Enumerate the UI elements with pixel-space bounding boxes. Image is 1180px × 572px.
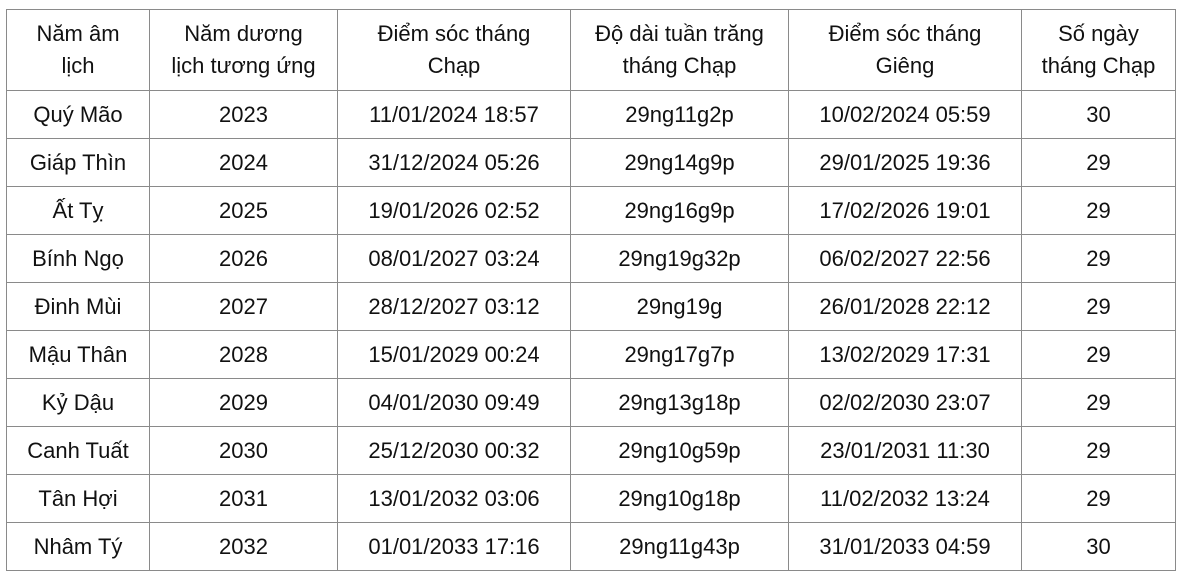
header-lunation-length-12th-month: Độ dài tuần trăng tháng Chạp	[570, 9, 789, 91]
lunar-calendar-table: Năm âm lịch Năm dương lịch tương ứng Điểm só…	[6, 9, 1176, 571]
cell-days-count: 30	[1021, 522, 1176, 571]
cell-lunation-length: 29ng10g59p	[570, 426, 789, 475]
cell-new-moon-1st-month: 29/01/2025 19:36	[788, 138, 1022, 187]
header-text-line: Năm âm	[36, 21, 120, 46]
cell-new-moon-1st-month: 26/01/2028 22:12	[788, 282, 1022, 331]
cell-lunar-year: Canh Tuất	[6, 426, 150, 475]
cell-days-count: 29	[1021, 186, 1176, 235]
cell-new-moon-12th-month: 13/01/2032 03:06	[337, 474, 571, 523]
cell-new-moon-12th-month: 01/01/2033 17:16	[337, 522, 571, 571]
header-solar-year: Năm dương lịch tương ứng	[149, 9, 338, 91]
table-row: Tân Hợi 2031 13/01/2032 03:06 29ng10g18p 11/…	[6, 474, 1176, 523]
cell-lunar-year: Bính Ngọ	[6, 234, 150, 283]
cell-new-moon-12th-month: 15/01/2029 00:24	[337, 330, 571, 379]
cell-new-moon-1st-month: 02/02/2030 23:07	[788, 378, 1022, 427]
cell-new-moon-1st-month: 11/02/2032 13:24	[788, 474, 1022, 523]
cell-solar-year: 2030	[149, 426, 338, 475]
cell-days-count: 29	[1021, 282, 1176, 331]
table-row: Quý Mão 2023 11/01/2024 18:57 29ng11g2p 10/0…	[6, 90, 1176, 139]
cell-lunar-year: Kỷ Dậu	[6, 378, 150, 427]
table-row: Nhâm Tý 2032 01/01/2033 17:16 29ng11g43p 31/…	[6, 522, 1176, 571]
header-text-line: tháng Chạp	[622, 53, 737, 78]
cell-new-moon-1st-month: 31/01/2033 04:59	[788, 522, 1022, 571]
cell-new-moon-12th-month: 08/01/2027 03:24	[337, 234, 571, 283]
cell-new-moon-12th-month: 31/12/2024 05:26	[337, 138, 571, 187]
header-text-line: Chạp	[427, 53, 481, 78]
cell-days-count: 29	[1021, 330, 1176, 379]
cell-lunation-length: 29ng16g9p	[570, 186, 789, 235]
cell-new-moon-12th-month: 25/12/2030 00:32	[337, 426, 571, 475]
header-text-line: Năm dương	[184, 21, 303, 46]
table-row: Mậu Thân 2028 15/01/2029 00:24 29ng17g7p 13/…	[6, 330, 1176, 379]
table-row: Bính Ngọ 2026 08/01/2027 03:24 29ng19g32p 06…	[6, 234, 1176, 283]
table-header: Năm âm lịch Năm dương lịch tương ứng Điểm só…	[6, 9, 1176, 91]
cell-lunation-length: 29ng14g9p	[570, 138, 789, 187]
table-row: Giáp Thìn 2024 31/12/2024 05:26 29ng14g9p 29…	[6, 138, 1176, 187]
header-text-line: Điểm sóc tháng	[377, 21, 531, 46]
cell-days-count: 29	[1021, 234, 1176, 283]
header-text-line: Giêng	[875, 53, 935, 78]
cell-days-count: 30	[1021, 90, 1176, 139]
cell-lunation-length: 29ng11g2p	[570, 90, 789, 139]
cell-new-moon-1st-month: 10/02/2024 05:59	[788, 90, 1022, 139]
cell-new-moon-1st-month: 23/01/2031 11:30	[788, 426, 1022, 475]
cell-lunar-year: Ất Tỵ	[6, 186, 150, 235]
cell-lunar-year: Mậu Thân	[6, 330, 150, 379]
cell-days-count: 29	[1021, 378, 1176, 427]
cell-solar-year: 2025	[149, 186, 338, 235]
table-row: Đinh Mùi 2027 28/12/2027 03:12 29ng19g 26/01…	[6, 282, 1176, 331]
cell-days-count: 29	[1021, 138, 1176, 187]
cell-days-count: 29	[1021, 426, 1176, 475]
cell-lunar-year: Tân Hợi	[6, 474, 150, 523]
cell-solar-year: 2027	[149, 282, 338, 331]
header-text-line: Điểm sóc tháng	[828, 21, 982, 46]
cell-lunation-length: 29ng10g18p	[570, 474, 789, 523]
header-days-12th-month: Số ngày tháng Chạp	[1021, 9, 1176, 91]
cell-lunar-year: Đinh Mùi	[6, 282, 150, 331]
cell-solar-year: 2028	[149, 330, 338, 379]
table-row: Kỷ Dậu 2029 04/01/2030 09:49 29ng13g18p 02/0…	[6, 378, 1176, 427]
table-body: Quý Mão 2023 11/01/2024 18:57 29ng11g2p 10/0…	[6, 90, 1176, 571]
cell-solar-year: 2024	[149, 138, 338, 187]
header-lunar-year: Năm âm lịch	[6, 9, 150, 91]
cell-new-moon-12th-month: 19/01/2026 02:52	[337, 186, 571, 235]
cell-lunation-length: 29ng13g18p	[570, 378, 789, 427]
table-row: Canh Tuất 2030 25/12/2030 00:32 29ng10g59p 2…	[6, 426, 1176, 475]
cell-lunar-year: Quý Mão	[6, 90, 150, 139]
cell-new-moon-12th-month: 04/01/2030 09:49	[337, 378, 571, 427]
header-text-line: Độ dài tuần trăng	[595, 21, 764, 46]
cell-solar-year: 2026	[149, 234, 338, 283]
cell-solar-year: 2029	[149, 378, 338, 427]
header-text-line: Số ngày	[1058, 21, 1139, 46]
cell-lunation-length: 29ng17g7p	[570, 330, 789, 379]
cell-new-moon-1st-month: 13/02/2029 17:31	[788, 330, 1022, 379]
cell-solar-year: 2031	[149, 474, 338, 523]
cell-new-moon-1st-month: 06/02/2027 22:56	[788, 234, 1022, 283]
cell-solar-year: 2023	[149, 90, 338, 139]
cell-lunation-length: 29ng19g32p	[570, 234, 789, 283]
cell-lunar-year: Giáp Thìn	[6, 138, 150, 187]
cell-new-moon-12th-month: 11/01/2024 18:57	[337, 90, 571, 139]
header-new-moon-12th-month: Điểm sóc tháng Chạp	[337, 9, 571, 91]
header-text-line: lịch	[61, 53, 95, 78]
cell-new-moon-1st-month: 17/02/2026 19:01	[788, 186, 1022, 235]
header-text-line: lịch tương ứng	[171, 53, 316, 78]
table-row: Ất Tỵ 2025 19/01/2026 02:52 29ng16g9p 17/02/…	[6, 186, 1176, 235]
cell-solar-year: 2032	[149, 522, 338, 571]
cell-lunation-length: 29ng19g	[570, 282, 789, 331]
cell-days-count: 29	[1021, 474, 1176, 523]
header-row: Năm âm lịch Năm dương lịch tương ứng Điểm só…	[6, 9, 1176, 91]
header-new-moon-1st-month: Điểm sóc tháng Giêng	[788, 9, 1022, 91]
cell-lunation-length: 29ng11g43p	[570, 522, 789, 571]
header-text-line: tháng Chạp	[1041, 53, 1156, 78]
cell-lunar-year: Nhâm Tý	[6, 522, 150, 571]
cell-new-moon-12th-month: 28/12/2027 03:12	[337, 282, 571, 331]
